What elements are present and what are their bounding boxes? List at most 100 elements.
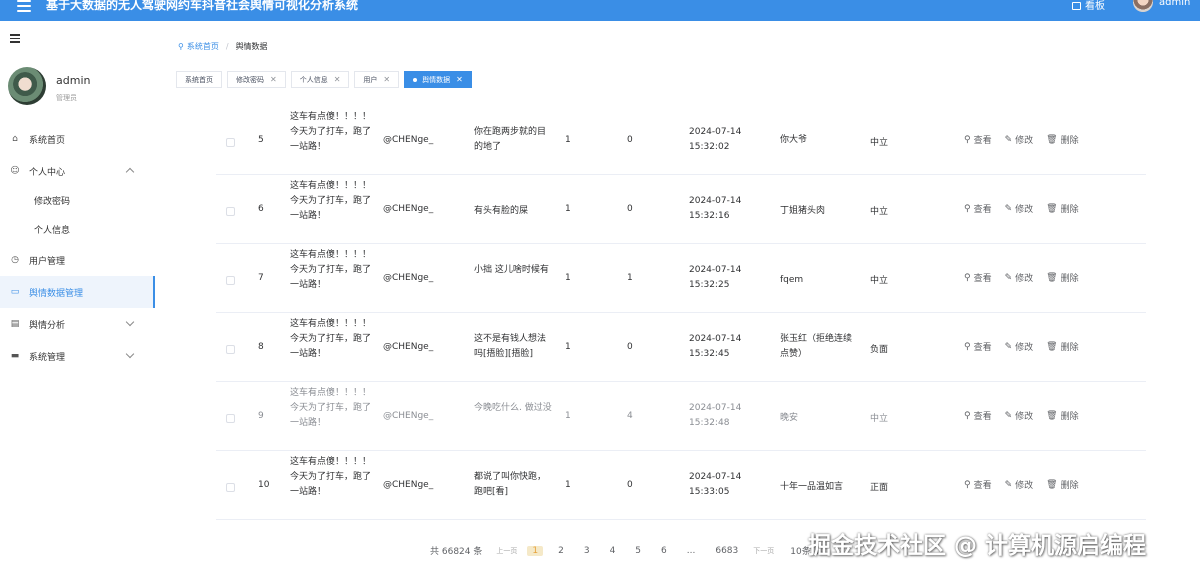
board-link[interactable]: 看板 xyxy=(1072,0,1105,12)
tab-label: 用户 xyxy=(363,75,378,84)
edit-label: 修改 xyxy=(1015,274,1034,284)
breadcrumb-separator: / xyxy=(225,42,229,51)
tab-change-password[interactable]: 修改密码 ✕ xyxy=(227,71,286,88)
next-page-button[interactable]: 下一页 xyxy=(753,546,774,556)
edit-button[interactable]: ✎ 修改 xyxy=(1005,409,1034,423)
sidebar-item-personal-center[interactable]: ☺ 个人中心 xyxy=(0,155,155,187)
sidebar-item-home[interactable]: ⌂ 系统首页 xyxy=(0,123,155,155)
delete-label: 删除 xyxy=(1060,274,1079,284)
row-checkbox[interactable] xyxy=(226,276,235,285)
row-checkbox[interactable] xyxy=(226,345,235,354)
tab-users[interactable]: 用户 ✕ xyxy=(354,71,400,88)
location-pin-icon: ⚲ xyxy=(178,42,184,51)
close-icon[interactable]: ✕ xyxy=(270,75,277,84)
row-likes: 1 xyxy=(565,480,571,490)
tab-label: 舆情数据 xyxy=(422,75,451,84)
view-button[interactable]: ⚲ 查看 xyxy=(964,409,992,423)
tab-home[interactable]: 系统首页 xyxy=(176,71,222,88)
user-icon: ☺ xyxy=(10,166,20,176)
page-number-current[interactable]: 1 xyxy=(527,545,544,556)
close-icon[interactable]: ✕ xyxy=(334,75,341,84)
sidebar-item-personal-info[interactable]: 个人信息 xyxy=(0,213,155,245)
delete-label: 删除 xyxy=(1060,481,1079,491)
breadcrumb-current: 舆情数据 xyxy=(235,42,268,51)
view-button[interactable]: ⚲ 查看 xyxy=(964,271,992,285)
row-author: 十年一品温如言 xyxy=(780,482,844,492)
view-button[interactable]: ⚲ 查看 xyxy=(964,133,992,147)
page-number[interactable]: 6 xyxy=(656,546,672,556)
avatar xyxy=(8,67,46,105)
tab-label: 系统首页 xyxy=(185,75,213,84)
page-number[interactable]: 4 xyxy=(605,546,621,556)
tab-opinion-data[interactable]: 舆情数据 ✕ xyxy=(404,71,472,88)
row-likes: 1 xyxy=(565,411,571,421)
delete-button[interactable]: 🗑 删除 xyxy=(1046,409,1078,423)
header-avatar[interactable] xyxy=(1133,0,1153,12)
row-nickname: @CHENge_ xyxy=(383,411,434,421)
row-checkbox[interactable] xyxy=(226,138,235,147)
sidebar-item-label: 个人中心 xyxy=(29,167,66,178)
breadcrumb-home[interactable]: 系统首页 xyxy=(187,41,219,52)
prev-page-button[interactable]: 上一页 xyxy=(496,546,517,556)
trash-icon: 🗑 xyxy=(1046,134,1058,145)
hamburger-menu-icon[interactable] xyxy=(17,0,31,12)
sidebar-item-label: 用户管理 xyxy=(29,256,66,267)
page-number-last[interactable]: 6683 xyxy=(710,546,743,556)
header-username[interactable]: admin xyxy=(1159,0,1190,8)
tab-personal-info[interactable]: 个人信息 ✕ xyxy=(290,71,350,88)
view-button[interactable]: ⚲ 查看 xyxy=(964,202,992,216)
close-icon[interactable]: ✕ xyxy=(456,75,463,84)
row-time: 2024-07-14 15:32:16 xyxy=(689,196,742,221)
row-replies: 1 xyxy=(627,273,633,283)
view-button[interactable]: ⚲ 查看 xyxy=(964,478,992,492)
search-icon: ⚲ xyxy=(964,410,971,421)
total-count: 共 66824 条 xyxy=(430,547,483,557)
delete-button[interactable]: 🗑 删除 xyxy=(1046,133,1078,147)
search-icon: ⚲ xyxy=(964,203,971,214)
row-content: 有头有脸的屎 xyxy=(474,206,529,216)
sidebar-item-opinion-analysis[interactable]: ▤ 舆情分析 xyxy=(0,308,155,340)
table-row: 10 这车有点傻！！！！ 今天为了打车，跑了一站路！ @CHENge_ 都说了叫… xyxy=(216,451,1146,520)
row-nickname: @CHENge_ xyxy=(383,480,434,490)
row-title: 这车有点傻！！！！ 今天为了打车，跑了一站路！ xyxy=(290,112,372,152)
delete-button[interactable]: 🗑 删除 xyxy=(1046,478,1079,492)
row-checkbox[interactable] xyxy=(226,207,235,216)
edit-button[interactable]: ✎ 修改 xyxy=(1004,478,1034,492)
edit-icon: ✎ xyxy=(1004,479,1013,490)
view-button[interactable]: ⚲ 查看 xyxy=(964,340,992,354)
delete-button[interactable]: 🗑 删除 xyxy=(1046,202,1078,216)
page-number[interactable]: 3 xyxy=(579,546,595,556)
collapse-sidebar-icon[interactable] xyxy=(10,34,20,45)
edit-button[interactable]: ✎ 修改 xyxy=(1005,133,1034,147)
trash-icon: 🗑 xyxy=(1046,410,1058,421)
delete-button[interactable]: 🗑 删除 xyxy=(1046,271,1079,285)
row-time: 2024-07-14 15:32:48 xyxy=(689,403,742,428)
view-label: 查看 xyxy=(973,343,992,353)
row-index: 5 xyxy=(258,135,264,145)
row-actions: ⚲ 查看 ✎ 修改 🗑 删除 xyxy=(964,340,1092,354)
page-ellipsis[interactable]: ... xyxy=(682,546,701,556)
edit-button[interactable]: ✎ 修改 xyxy=(1005,271,1034,285)
delete-button[interactable]: 🗑 删除 xyxy=(1046,340,1078,354)
row-author: 晚安 xyxy=(780,413,799,423)
row-index: 7 xyxy=(258,273,264,283)
sidebar-item-user-management[interactable]: ◷ 用户管理 xyxy=(0,244,155,276)
breadcrumb: ⚲ 系统首页 / 舆情数据 xyxy=(178,41,268,52)
table-row: 6 这车有点傻！！！！ 今天为了打车，跑了一站路！ @CHENge_ 有头有脸的… xyxy=(216,175,1146,244)
edit-button[interactable]: ✎ 修改 xyxy=(1005,340,1034,354)
row-checkbox[interactable] xyxy=(226,483,235,492)
edit-label: 修改 xyxy=(1015,412,1034,422)
sidebar-item-opinion-data[interactable]: ▭ 舆情数据管理 xyxy=(0,276,155,308)
sidebar-item-change-password[interactable]: 修改密码 xyxy=(0,184,155,216)
close-icon[interactable]: ✕ xyxy=(383,75,390,84)
row-checkbox[interactable] xyxy=(226,414,235,423)
edit-button[interactable]: ✎ 修改 xyxy=(1005,202,1034,216)
row-nickname: @CHENge_ xyxy=(383,342,434,352)
row-actions: ⚲ 查看 ✎ 修改 🗑 删除 xyxy=(964,133,1092,147)
sidebar-item-system-management[interactable]: ▬ 系统管理 xyxy=(0,340,155,372)
row-content: 这不是有钱人想法吗[捂脸][捂脸] xyxy=(474,334,547,359)
row-actions: ⚲ 查看 ✎ 修改 🗑 删除 xyxy=(964,409,1092,423)
page-number[interactable]: 5 xyxy=(630,546,646,556)
dashboard-icon xyxy=(1072,2,1081,10)
page-number[interactable]: 2 xyxy=(553,546,569,556)
